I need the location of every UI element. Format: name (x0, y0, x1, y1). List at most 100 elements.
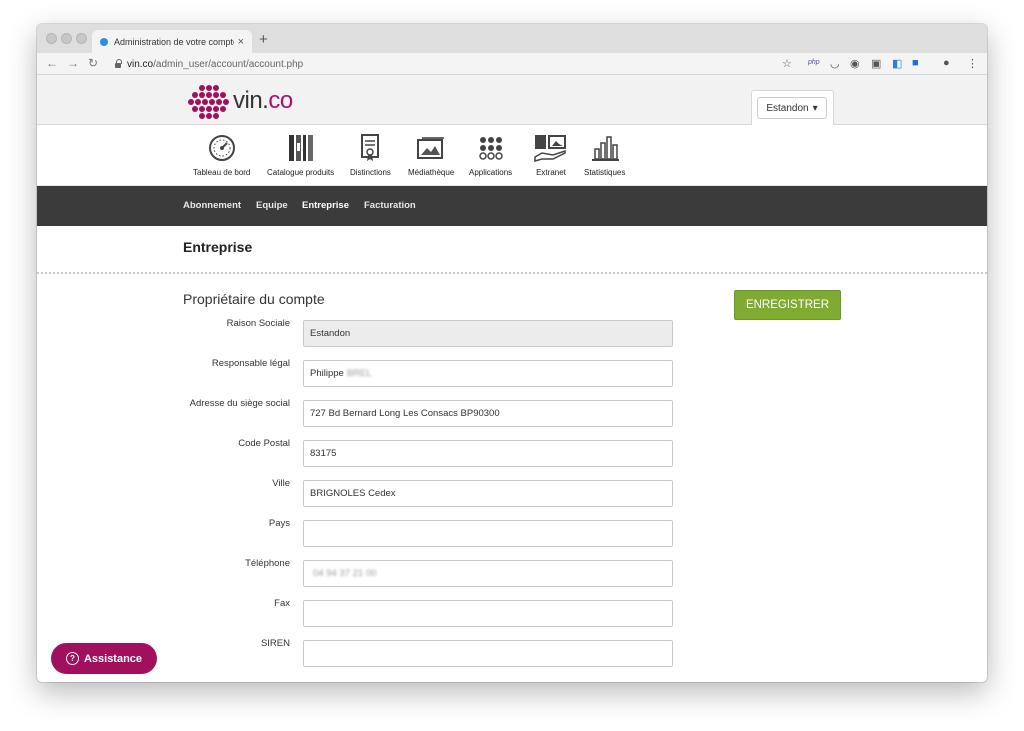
browser-menu-icon[interactable]: ⋮ (967, 57, 978, 70)
field-label: Raison Sociale (226, 318, 290, 329)
site-header: vin.co (37, 75, 987, 125)
forward-arrow-icon[interactable]: → (67, 56, 79, 70)
module-label: Médiathèque (408, 168, 455, 177)
extension-circle-icon[interactable]: ◉ (850, 57, 860, 70)
subnav-equipe[interactable]: Equipe (256, 200, 288, 211)
responsable-legal-input[interactable]: Philippe BREL (303, 360, 673, 387)
bookmark-star-icon[interactable]: ☆ (782, 57, 792, 70)
field-value: 727 Bd Bernard Long Les Consacs BP90300 (310, 408, 500, 419)
module-catalogue-produits[interactable]: Catalogue produits (267, 133, 334, 177)
apps-grid-icon (478, 137, 503, 160)
module-statistiques[interactable]: Statistiques (584, 133, 625, 177)
field-value: Estandon (310, 328, 351, 339)
field-label: Responsable légal (211, 358, 290, 369)
module-label: Extranet (536, 168, 566, 177)
extension-square-icon[interactable]: ▣ (871, 57, 881, 70)
reload-icon[interactable]: ↻ (88, 56, 98, 70)
module-label: Statistiques (584, 168, 626, 177)
module-label: Distinctions (350, 168, 391, 177)
assistance-label: Assistance (83, 652, 143, 665)
logo-co-text: co (268, 87, 293, 114)
module-mediatheque[interactable]: Médiathèque (408, 133, 454, 177)
form-row-adresse: Adresse du siège social 727 Bd Bernard L… (37, 398, 987, 427)
lock-icon (115, 58, 122, 68)
form-row-telephone: Téléphone 04 94 37 21 00 (37, 558, 987, 587)
module-extranet[interactable]: Extranet (533, 133, 569, 177)
module-label: Catalogue produits (267, 168, 335, 177)
extension-blue-icon[interactable]: ◧ (892, 57, 902, 70)
blurred-value: BREL (346, 368, 372, 379)
favicon-icon (100, 37, 108, 46)
tab-close-icon[interactable]: × (238, 36, 244, 48)
module-tableau-de-bord[interactable]: Tableau de bord (193, 133, 250, 177)
help-question-icon: ? (65, 652, 79, 665)
pocket-icon[interactable]: ◡ (830, 57, 840, 70)
form-row-fax: Fax (37, 598, 987, 627)
module-applications[interactable]: Applications (469, 133, 512, 177)
extension-zoom-icon[interactable]: ■ (912, 57, 919, 69)
section-title: Propriétaire du compte (183, 291, 325, 307)
save-button[interactable]: ENREGISTRER (734, 290, 841, 320)
field-label: Fax (274, 598, 290, 609)
address-toolbar: ← → ↻ vin.co/admin_user/account/account.… (37, 53, 987, 75)
page-title: Entreprise (183, 239, 253, 255)
ville-input[interactable]: BRIGNOLES Cedex (303, 480, 673, 507)
browser-window: Administration de votre compte × + ← → ↻… (37, 24, 987, 682)
minimize-window-dot[interactable] (61, 33, 72, 44)
close-window-dot[interactable] (46, 33, 57, 44)
form-row-code-postal: Code Postal 83175 (37, 438, 987, 467)
new-tab-button[interactable]: + (259, 31, 268, 48)
module-nav: Tableau de bord Catalogue produits Disti… (37, 125, 987, 186)
account-name: Estandon (766, 102, 809, 114)
logo-wordmark: vin.co (233, 87, 293, 115)
vinco-logo[interactable]: vin.co (187, 83, 293, 119)
field-value: Philippe (310, 368, 344, 379)
image-library-icon (417, 137, 445, 159)
sub-navigation: Abonnement Equipe Entreprise Facturation (37, 186, 987, 226)
section-divider (37, 272, 987, 274)
module-label: Tableau de bord (193, 168, 251, 177)
form-row-raison-sociale: Raison Sociale Estandon (37, 318, 987, 347)
blurred-value: 04 94 37 21 00 (313, 568, 377, 579)
tab-strip: Administration de votre compte × + (37, 24, 987, 53)
profile-avatar-icon[interactable]: ● (943, 57, 950, 69)
field-label: SIREN (260, 638, 290, 649)
url-path: /admin_user/account/account.php (153, 58, 304, 70)
field-label: Pays (268, 518, 290, 529)
grapes-logo-icon (187, 83, 229, 119)
form-row-pays: Pays (37, 518, 987, 547)
browser-tab-active[interactable]: Administration de votre compte × (92, 30, 252, 53)
logo-vin-text: vin. (233, 87, 269, 114)
field-label: Adresse du siège social (189, 398, 290, 409)
chevron-down-icon: ▾ (812, 102, 818, 114)
module-label: Applications (469, 168, 513, 177)
field-value: BRIGNOLES Cedex (310, 488, 396, 499)
code-postal-input[interactable]: 83175 (303, 440, 673, 467)
stats-icon (591, 136, 619, 161)
extranet-icon (534, 135, 566, 162)
tab-title: Administration de votre compte (114, 36, 234, 47)
fax-input[interactable] (303, 600, 673, 627)
php-extension-icon[interactable]: php (808, 59, 820, 66)
distinction-icon (361, 134, 380, 161)
form-row-ville: Ville BRIGNOLES Cedex (37, 478, 987, 507)
account-dropdown[interactable]: Estandon ▾ (757, 97, 827, 119)
subnav-facturation[interactable]: Facturation (364, 200, 416, 211)
form-row-responsable-legal: Responsable légal Philippe BREL (37, 358, 987, 387)
url-bar[interactable]: vin.co/admin_user/account/account.php (115, 56, 795, 72)
subnav-abonnement[interactable]: Abonnement (183, 200, 241, 211)
form-row-siren: SIREN (37, 638, 987, 667)
telephone-input[interactable]: 04 94 37 21 00 (303, 560, 673, 587)
siren-input[interactable] (303, 640, 673, 667)
raison-sociale-input[interactable]: Estandon (303, 320, 673, 347)
assistance-button[interactable]: ? Assistance (51, 643, 157, 674)
field-label: Code Postal (238, 438, 290, 449)
zoom-window-dot[interactable] (76, 33, 87, 44)
pays-input[interactable] (303, 520, 673, 547)
back-arrow-icon[interactable]: ← (46, 56, 58, 70)
adresse-input[interactable]: 727 Bd Bernard Long Les Consacs BP90300 (303, 400, 673, 427)
field-label: Ville (272, 478, 290, 489)
module-distinctions[interactable]: Distinctions (350, 133, 391, 177)
subnav-entreprise[interactable]: Entreprise (302, 200, 349, 211)
field-label: Téléphone (245, 558, 290, 569)
